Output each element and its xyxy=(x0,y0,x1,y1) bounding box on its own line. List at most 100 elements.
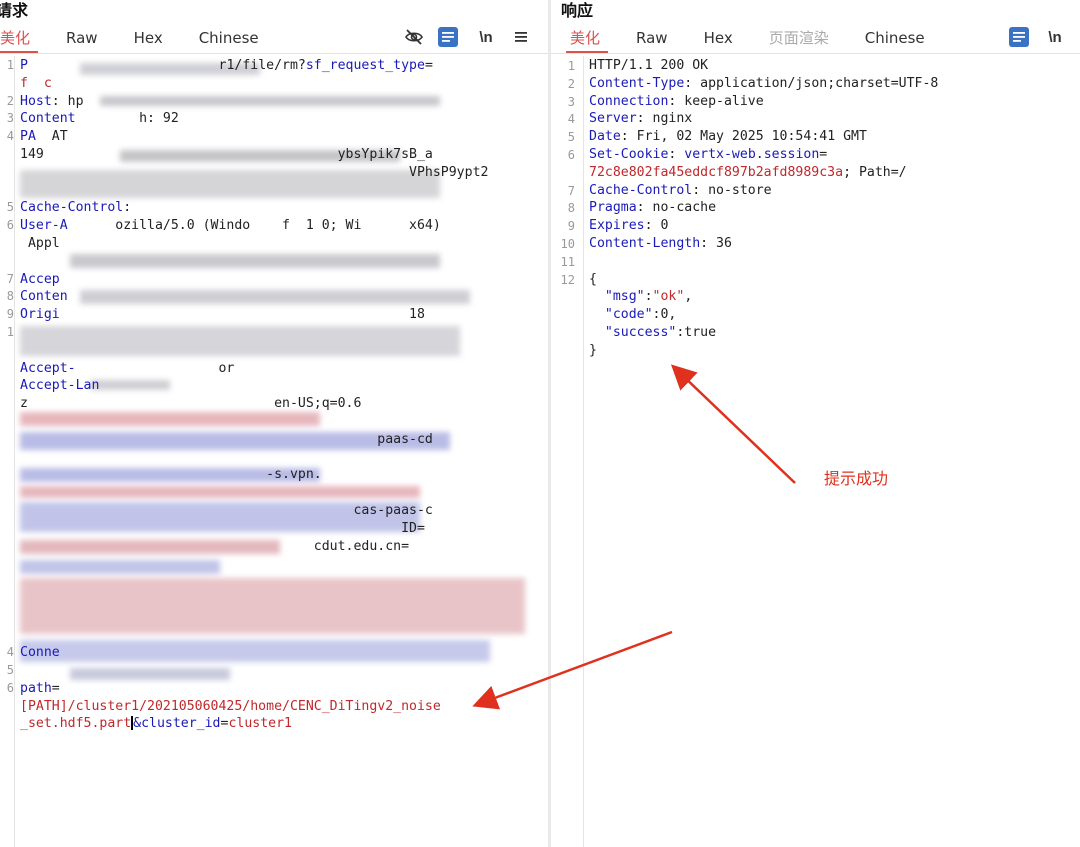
request-code-token: -s.vpn. xyxy=(20,467,322,483)
request-code-line: VPhsP9ypt2 xyxy=(20,164,488,182)
eye-off-icon[interactable] xyxy=(404,27,424,47)
response-body[interactable]: HTTP/1.1 200 OK Content-Type: application… xyxy=(589,57,938,360)
request-tab-3[interactable]: Chinese xyxy=(199,25,259,51)
response-code-token: : no-cache xyxy=(636,200,717,216)
request-code-line xyxy=(20,253,488,271)
response-tab-4[interactable]: Chinese xyxy=(865,25,925,51)
request-code-token: User-A xyxy=(20,218,68,234)
request-line-number: 5 xyxy=(6,663,14,678)
newline-toggle[interactable]: \n xyxy=(1045,27,1065,47)
response-code-token: Date xyxy=(589,129,621,145)
response-code-token: : keep-alive xyxy=(668,93,764,109)
request-pane-title: 请求 xyxy=(0,1,29,20)
request-line-number: 4 xyxy=(6,129,14,144)
request-code-token: &cluster_id xyxy=(133,716,221,732)
request-code-line xyxy=(20,342,488,360)
request-tab-1[interactable]: Raw xyxy=(66,25,98,51)
hamburger-icon[interactable] xyxy=(511,27,531,47)
request-code-line: Origi 18 xyxy=(20,306,488,324)
request-code-line: PA AT xyxy=(20,128,488,146)
request-code-token: f c xyxy=(20,75,52,91)
request-code-token: r1/file/rm? xyxy=(27,58,306,73)
request-code-line xyxy=(20,573,488,591)
response-pane: 响应 美化 Raw Hex 页面渲染 Chinese \n HTTP/1.1 200 O… xyxy=(551,0,1080,847)
response-tab-1[interactable]: Raw xyxy=(636,25,668,51)
response-code-token: vertx-web.session xyxy=(684,146,820,162)
request-code-line: P r1/file/rm?sf_request_type= xyxy=(20,57,488,75)
request-code-token: Origi xyxy=(20,307,60,323)
request-code-line: paas-cd xyxy=(20,431,488,449)
response-code-token: Cache-Control xyxy=(589,182,693,198)
request-code-line xyxy=(20,182,488,200)
request-code-token: ozilla/5.0 (Windo f 1 0; Wi x64) xyxy=(67,218,441,234)
response-line-number: 2 xyxy=(567,76,575,91)
request-pane: 请求 美化 Raw Hex Chinese \n P r1/file/rm?sf_re… xyxy=(0,0,548,847)
response-code-line: "success":true xyxy=(589,324,938,342)
request-code-token: _set.hdf5.part xyxy=(20,716,132,732)
request-body[interactable]: P r1/file/rm?sf_request_type= f c Host: hp… xyxy=(20,57,488,733)
response-tab-0[interactable]: 美化 xyxy=(565,25,609,53)
request-code-token: P xyxy=(20,58,28,73)
request-code-line: User-A ozilla/5.0 (Windo f 1 0; Wi x64) xyxy=(20,217,488,235)
response-line-number: 8 xyxy=(567,201,575,216)
line-gutter xyxy=(569,56,584,847)
request-code-line: Appl xyxy=(20,235,488,253)
request-code-token: : hp xyxy=(51,93,84,109)
request-code-line: Host: hp xyxy=(20,93,488,111)
request-code-token: Cache- xyxy=(20,200,68,216)
request-code-token: Accep xyxy=(20,271,60,287)
request-code-token: ybsYpik7sB_a xyxy=(337,146,433,162)
request-code-token xyxy=(20,165,409,180)
request-line-number: 6 xyxy=(6,681,14,695)
line-gutter xyxy=(0,56,15,847)
request-code-token: ID= xyxy=(20,520,425,536)
request-code-line xyxy=(20,591,488,609)
request-tabs: 美化 Raw Hex Chinese xyxy=(0,25,295,53)
request-code-line: _set.hdf5.part &cluster_id=cluster1 xyxy=(20,715,488,733)
request-line-number: 1 xyxy=(6,58,14,72)
request-code-line xyxy=(20,413,488,431)
response-code-line xyxy=(589,253,938,271)
request-tab-0[interactable]: 美化 xyxy=(0,25,39,53)
response-code-token: { xyxy=(589,271,597,287)
response-pane-title: 响应 xyxy=(561,1,594,20)
request-code-token: = xyxy=(424,58,433,73)
response-code-token: Set-Cookie xyxy=(589,146,669,162)
request-code-line: 149 ybsYpik7sB_a xyxy=(20,146,488,164)
request-code-line: path= xyxy=(20,680,488,698)
response-code-line: Date: Fri, 02 May 2025 10:54:41 GMT xyxy=(589,128,938,146)
request-code-line: -s.vpn. xyxy=(20,466,488,484)
response-code-token: : xyxy=(668,146,685,162)
request-code-token: Accept-Lan xyxy=(20,378,100,394)
response-tabs: 美化 Raw Hex 页面渲染 Chinese xyxy=(565,25,961,53)
response-tab-3[interactable]: 页面渲染 xyxy=(769,25,829,51)
response-code-line: "msg":"ok", xyxy=(589,288,938,306)
response-code-token: Content-Length xyxy=(589,235,701,251)
response-code-line: Connection: keep-alive xyxy=(589,93,938,111)
request-code-line xyxy=(20,555,488,573)
request-code-line: f c xyxy=(20,75,488,93)
request-code-token: ost xyxy=(27,93,52,109)
request-line-number: 2 xyxy=(6,93,14,108)
request-tab-2[interactable]: Hex xyxy=(134,25,163,51)
newline-toggle[interactable]: \n xyxy=(476,27,496,47)
request-code-line: Accep xyxy=(20,271,488,289)
response-code-token: : 36 xyxy=(700,235,732,251)
response-tab-2[interactable]: Hex xyxy=(704,25,733,51)
response-code-token: :true xyxy=(676,324,717,340)
request-code-token: ntent xyxy=(35,111,76,127)
request-code-line: Conne xyxy=(20,644,488,662)
response-code-line: Set-Cookie: vertx-web.session= xyxy=(589,146,938,164)
response-line-number: 5 xyxy=(567,130,575,145)
request-code-line xyxy=(20,609,488,627)
list-icon[interactable] xyxy=(1009,27,1029,47)
request-code-line: cas-paas-c xyxy=(20,502,488,520)
request-code-token: h: 92 xyxy=(75,111,179,127)
request-code-line xyxy=(20,449,488,467)
request-code-token: : xyxy=(123,200,132,216)
response-code-token: ; Path=/ xyxy=(843,164,907,180)
request-code-token: or xyxy=(75,360,235,376)
list-icon[interactable] xyxy=(438,27,458,47)
request-line-number: 3 xyxy=(6,111,14,126)
response-code-line: 72c8e802fa45eddcf897b2afd8989c3a; Path=/ xyxy=(589,164,938,182)
